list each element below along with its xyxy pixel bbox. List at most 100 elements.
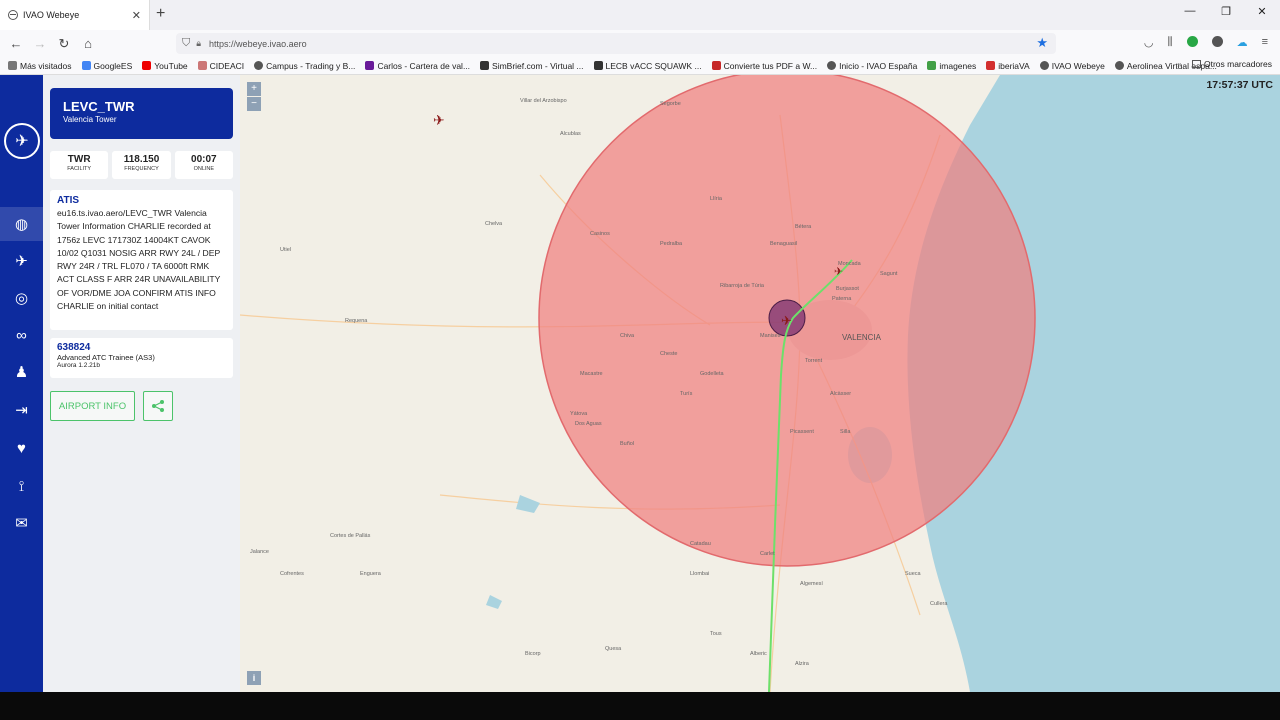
folder-icon [1191,60,1201,68]
atis-box: ATIS eu16.ts.ivao.aero/LEVC_TWR Valencia… [50,190,233,330]
place-label: Alzira [795,661,810,667]
place-label: Sagunt [880,271,898,277]
atc-info-panel: LEVC_TWR Valencia Tower TWR FACILITY 118… [43,75,240,692]
menu-icon[interactable]: ≡ [1262,36,1268,49]
airport-info-button[interactable]: AIRPORT INFO [50,391,135,421]
place-label: Quesa [605,646,622,652]
library-icon[interactable]: ⫼ [1168,36,1173,49]
bookmark-star-icon[interactable]: ★ [1036,35,1048,51]
place-label: Cofrentes [280,571,304,577]
login-icon[interactable]: ⇥ [0,393,43,427]
map-view[interactable]: ✈ ✈ ✈ VALENCIA Requena Llíria Paterna Béter… [240,75,1280,692]
lock-icon[interactable]: 🔒︎ [196,38,201,49]
other-bookmarks[interactable]: » Otros marcadores [1177,59,1272,69]
city-label: VALENCIA [842,333,882,342]
chat-icon[interactable]: ✉ [0,506,43,540]
zoom-in-button[interactable]: + [247,82,261,96]
chevron-right-icon[interactable]: » [1177,59,1182,69]
cloud-icon[interactable]: ☁ [1237,36,1248,49]
route-icon[interactable]: ⟟ [0,469,43,503]
place-label: Tous [710,631,722,637]
bookmark-item[interactable]: Carlos - Cartera de val... [365,61,470,71]
extension-icon[interactable] [1186,36,1198,47]
place-label: Manises [760,333,781,339]
reload-icon[interactable]: ↻ [52,36,76,52]
bookmark-label: Campus - Trading y B... [266,60,356,71]
place-label: Dos Aguas [575,421,602,427]
place-label: Alcàsser [830,391,851,397]
browser-tab[interactable]: IVAO Webeye ✕ [0,0,150,30]
stat-label: ONLINE [193,166,215,172]
close-window-icon[interactable]: ✕ [1254,5,1270,18]
address-bar[interactable]: ⛉ 🔒︎ https://webeye.ivao.aero ★ [176,33,1056,54]
aircraft-icon: ✈ [433,113,445,129]
bookmark-item[interactable]: Campus - Trading y B... [254,61,355,71]
flights-icon[interactable]: ✈ [0,244,43,278]
share-button[interactable] [143,391,173,421]
bookmark-item[interactable]: Más visitados [8,61,72,71]
stat-value: 118.150 [123,154,160,165]
atis-title: ATIS [57,195,80,206]
close-tab-icon[interactable]: ✕ [132,9,141,22]
ivao-icon [1039,61,1049,70]
globe-icon[interactable]: ◍ [0,207,43,241]
station-name: Valencia Tower [63,115,117,124]
controller-id[interactable]: 638824 [57,342,226,353]
place-label: Yátova [570,411,588,417]
bookmark-item[interactable]: iberiaVA [986,61,1030,71]
bookmark-item[interactable]: SimBrief.com - Virtual ... [480,61,584,71]
place-label: Bicorp [525,651,541,657]
account-icon[interactable] [1211,36,1223,47]
minimize-icon[interactable]: — [1182,5,1198,18]
bookmark-item[interactable]: imagenes [927,61,976,71]
bookmark-item[interactable]: GoogleES [81,61,132,71]
place-label: Moncada [838,261,862,267]
ivao-icon [827,61,837,70]
observers-glasses-icon[interactable]: ∞ [0,318,43,352]
home-icon[interactable]: ⌂ [76,36,100,51]
shield-icon[interactable]: ⛉ [182,37,190,50]
station-stats: TWR FACILITY 118.150 FREQUENCY 00:07 ONL… [50,151,233,179]
zoom-out-button[interactable]: − [247,97,261,111]
place-label: Cortes de Pallás [330,533,371,539]
bookmark-item[interactable]: Inicio - IVAO España [827,61,917,71]
bookmark-icon [927,61,937,70]
back-icon[interactable]: ← [4,36,28,51]
bookmark-label: iberiaVA [998,60,1030,71]
radar-icon[interactable]: ◎ [0,281,43,315]
atc-user-icon[interactable]: ♟ [0,355,43,389]
ivao-logo-icon[interactable]: ✈ [4,123,40,159]
webeye-app: ✈ ◍ ✈ ◎ ∞ ♟ ⇥ ♥ ⟟ ✉ LEVC_TWR Valencia To… [0,75,1280,692]
forward-icon[interactable]: → [28,36,52,51]
new-tab-icon[interactable]: + [156,5,165,23]
facility-stat: TWR FACILITY [50,151,109,179]
place-label: Turís [680,391,693,397]
url-text[interactable]: https://webeye.ivao.aero [209,39,307,49]
pocket-icon[interactable]: ◡ [1144,36,1154,49]
restore-icon[interactable]: ❐ [1218,5,1234,18]
heart-icon[interactable]: ♥ [0,431,43,465]
place-label: Pedralba [660,241,683,247]
stat-value: TWR [67,154,91,165]
place-label: Requena [345,318,368,324]
bookmark-item[interactable]: Convierte tus PDF a W... [711,61,817,71]
bookmark-item[interactable]: YouTube [142,60,188,71]
place-label: Chelva [485,221,503,227]
bookmark-icon [254,61,264,70]
stat-label: FACILITY [67,166,92,172]
bookmark-label: IVAO Webeye [1051,60,1105,71]
atis-text: eu16.ts.ivao.aero/LEVC_TWR Valencia Towe… [57,208,221,312]
place-label: Godelleta [700,371,724,377]
bookmark-item[interactable]: CIDEACI [197,60,245,71]
bookmark-item[interactable]: LECB vACC SQUAWK ... [593,61,702,71]
window-controls: — ❐ ✕ [1182,5,1270,18]
bookmark-label: YouTube [154,60,188,71]
map-canvas[interactable]: ✈ ✈ ✈ VALENCIA RequenaLlíriaPaternaBéter… [240,75,1280,692]
lake [516,495,540,513]
bookmark-item[interactable]: IVAO Webeye [1039,60,1105,71]
map-info-button[interactable]: i [247,671,261,685]
aircraft-icon: ✈ [781,314,792,329]
bookmark-label: CIDEACI [209,60,245,71]
lake [486,595,502,609]
place-label: Llíria [710,196,723,202]
